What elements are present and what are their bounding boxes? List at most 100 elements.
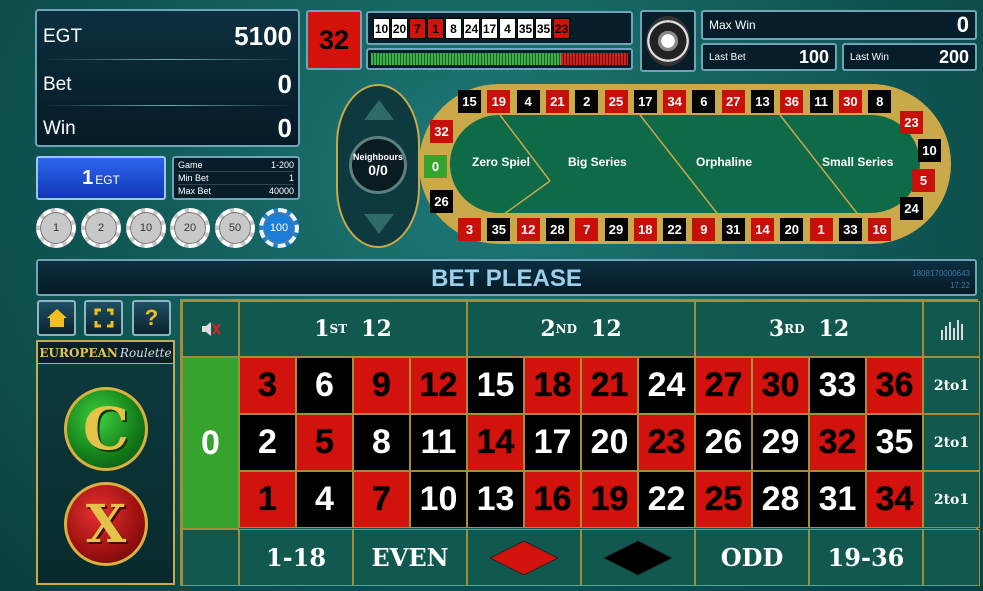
number-bet[interactable]: 24	[638, 357, 695, 414]
racetrack-number[interactable]: 7	[575, 218, 599, 241]
number-bet[interactable]: 4	[296, 471, 353, 528]
number-bet[interactable]: 2	[239, 414, 296, 471]
racetrack-number[interactable]: 32	[430, 120, 453, 143]
racetrack-number[interactable]: 33	[838, 218, 862, 241]
number-bet[interactable]: 35	[866, 414, 923, 471]
number-bet[interactable]: 7	[353, 471, 410, 528]
column-bet[interactable]: 2to1	[923, 471, 980, 528]
number-bet[interactable]: 32	[809, 414, 866, 471]
racetrack-number[interactable]: 2	[575, 90, 599, 113]
arrow-down-icon[interactable]	[364, 214, 394, 234]
racetrack-number[interactable]: 35	[487, 218, 511, 241]
racetrack-number[interactable]: 36	[780, 90, 804, 113]
fullscreen-button[interactable]	[84, 300, 123, 336]
number-bet[interactable]: 25	[695, 471, 752, 528]
racetrack-number[interactable]: 21	[545, 90, 569, 113]
number-bet[interactable]: 22	[638, 471, 695, 528]
number-bet[interactable]: 3	[239, 357, 296, 414]
racetrack-number[interactable]: 1	[809, 218, 833, 241]
racetrack-number[interactable]: 5	[912, 169, 935, 192]
dozen-1-bet[interactable]: 1 ST 12	[239, 301, 467, 357]
number-bet[interactable]: 19	[581, 471, 638, 528]
racetrack-number[interactable]: 13	[751, 90, 774, 113]
wheel-icon[interactable]	[640, 10, 696, 72]
low-bet[interactable]: 1-18	[239, 529, 353, 586]
racetrack-number[interactable]: 19	[487, 90, 511, 113]
racetrack-number[interactable]: 23	[900, 111, 923, 134]
number-bet[interactable]: 34	[866, 471, 923, 528]
racetrack-number[interactable]: 18	[633, 218, 657, 241]
number-bet[interactable]: 29	[752, 414, 809, 471]
racetrack-number[interactable]: 22	[663, 218, 687, 241]
denomination-button[interactable]: 1 EGT	[36, 156, 166, 200]
number-bet[interactable]: 11	[410, 414, 467, 471]
clear-button[interactable]: X	[64, 482, 148, 566]
number-bet[interactable]: 36	[866, 357, 923, 414]
home-button[interactable]	[37, 300, 76, 336]
number-bet[interactable]: 12	[410, 357, 467, 414]
arrow-up-icon[interactable]	[364, 100, 394, 120]
racetrack-number[interactable]: 4	[516, 90, 540, 113]
racetrack-number[interactable]: 11	[809, 90, 833, 113]
chip-20[interactable]: 20	[170, 208, 210, 248]
racetrack-number[interactable]: 17	[633, 90, 657, 113]
even-bet[interactable]: EVEN	[353, 529, 467, 586]
column-bet[interactable]: 2to1	[923, 414, 980, 471]
number-bet[interactable]: 17	[524, 414, 581, 471]
number-bet[interactable]: 27	[695, 357, 752, 414]
number-bet[interactable]: 26	[695, 414, 752, 471]
racetrack-number[interactable]: 27	[721, 90, 745, 113]
small-series-label[interactable]: Small Series	[822, 155, 893, 169]
black-bet[interactable]	[581, 529, 695, 586]
zero-spiel-label[interactable]: Zero Spiel	[472, 155, 532, 169]
number-bet[interactable]: 23	[638, 414, 695, 471]
number-bet[interactable]: 5	[296, 414, 353, 471]
racetrack-number[interactable]: 6	[692, 90, 716, 113]
dozen-3-bet[interactable]: 3 RD 12	[695, 301, 923, 357]
number-bet[interactable]: 30	[752, 357, 809, 414]
racetrack-number[interactable]: 0	[424, 155, 447, 178]
number-bet[interactable]: 1	[239, 471, 296, 528]
number-bet[interactable]: 6	[296, 357, 353, 414]
racetrack-number[interactable]: 34	[663, 90, 687, 113]
racetrack-number[interactable]: 16	[868, 218, 892, 241]
racetrack-number[interactable]: 14	[751, 218, 774, 241]
racetrack-number[interactable]: 9	[692, 218, 716, 241]
orphaline-label[interactable]: Orphaline	[696, 155, 752, 169]
number-bet[interactable]: 20	[581, 414, 638, 471]
dozen-2-bet[interactable]: 2 ND 12	[467, 301, 695, 357]
racetrack-number[interactable]: 28	[545, 218, 569, 241]
statistics-button[interactable]	[923, 301, 980, 357]
racetrack-number[interactable]: 12	[516, 218, 540, 241]
number-bet[interactable]: 21	[581, 357, 638, 414]
rebet-button[interactable]: C	[64, 387, 148, 471]
help-button[interactable]: ?	[132, 300, 171, 336]
number-bet[interactable]: 16	[524, 471, 581, 528]
number-bet[interactable]: 9	[353, 357, 410, 414]
racetrack-number[interactable]: 30	[838, 90, 862, 113]
chip-100[interactable]: 100	[259, 208, 299, 248]
racetrack-number[interactable]: 25	[604, 90, 628, 113]
number-bet[interactable]: 28	[752, 471, 809, 528]
number-bet[interactable]: 33	[809, 357, 866, 414]
racetrack-number[interactable]: 31	[721, 218, 745, 241]
column-bet[interactable]: 2to1	[923, 357, 980, 414]
chip-2[interactable]: 2	[81, 208, 121, 248]
odd-bet[interactable]: ODD	[695, 529, 809, 586]
number-bet[interactable]: 10	[410, 471, 467, 528]
number-bet[interactable]: 13	[467, 471, 524, 528]
number-bet[interactable]: 14	[467, 414, 524, 471]
number-bet[interactable]: 15	[467, 357, 524, 414]
chip-10[interactable]: 10	[126, 208, 166, 248]
racetrack-number[interactable]: 29	[604, 218, 628, 241]
number-bet[interactable]: 31	[809, 471, 866, 528]
racetrack-number[interactable]: 3	[458, 218, 481, 241]
racetrack-number[interactable]: 15	[458, 90, 481, 113]
racetrack-number[interactable]: 8	[868, 90, 892, 113]
racetrack-number[interactable]: 24	[900, 197, 923, 220]
racetrack-number[interactable]: 10	[918, 139, 941, 162]
number-bet[interactable]: 8	[353, 414, 410, 471]
chip-1[interactable]: 1	[36, 208, 76, 248]
big-series-label[interactable]: Big Series	[568, 155, 627, 169]
racetrack-number[interactable]: 20	[780, 218, 804, 241]
